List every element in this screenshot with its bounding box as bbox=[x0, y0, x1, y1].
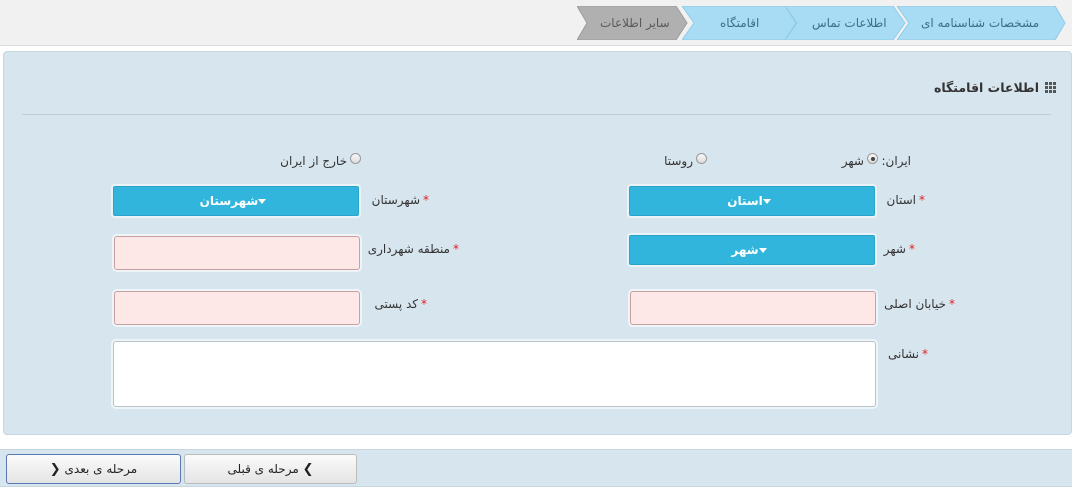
chevron-down-icon bbox=[258, 199, 267, 204]
step-residence[interactable]: اقامتگاه bbox=[682, 6, 797, 40]
radio-abroad[interactable] bbox=[350, 153, 361, 164]
postal-code-input[interactable] bbox=[114, 291, 360, 325]
radio-village[interactable] bbox=[696, 153, 707, 164]
main-street-input[interactable] bbox=[630, 291, 876, 325]
next-step-button[interactable]: مرحله ی بعدی ❮ bbox=[6, 454, 181, 484]
chevron-down-icon bbox=[762, 199, 771, 204]
step-identity-info-label: مشخصات شناسنامه ای bbox=[921, 16, 1040, 30]
radio-city-label: شهر bbox=[841, 154, 864, 168]
municipal-district-label: *منطقه شهرداری bbox=[367, 242, 459, 256]
city-dropdown[interactable]: شهر bbox=[629, 235, 875, 265]
province-label: *استان bbox=[886, 193, 925, 207]
grid-icon bbox=[1045, 82, 1056, 93]
municipal-district-input[interactable] bbox=[114, 236, 360, 270]
step-contact-info-label: اطلاعات تماس bbox=[812, 16, 887, 30]
county-label: *شهرستان bbox=[371, 193, 429, 207]
chevron-down-icon bbox=[758, 248, 767, 253]
radio-abroad-label: خارج از ایران bbox=[280, 154, 347, 168]
main-street-label: *خیابان اصلی bbox=[884, 297, 955, 311]
step-other-info-label: سایر اطلاعات bbox=[600, 16, 670, 30]
city-label: *شهر bbox=[883, 242, 915, 256]
county-dropdown[interactable]: شهرستان bbox=[113, 186, 359, 216]
location-type-label: ایران: bbox=[881, 154, 911, 168]
section-divider bbox=[22, 114, 1051, 115]
address-textarea[interactable] bbox=[113, 341, 876, 407]
wizard-steps: مشخصات شناسنامه ای اطلاعات تماس اقامتگاه… bbox=[0, 0, 1072, 46]
radio-village-label: روستا bbox=[664, 154, 693, 168]
chevron-left-icon: ❮ bbox=[49, 462, 61, 477]
prev-step-button[interactable]: ❯ مرحله ی قبلی bbox=[184, 454, 357, 484]
radio-city[interactable] bbox=[867, 153, 878, 164]
step-other-info[interactable]: سایر اطلاعات bbox=[577, 6, 689, 40]
step-residence-label: اقامتگاه bbox=[720, 16, 760, 30]
wizard-footer: مرحله ی بعدی ❮ ❯ مرحله ی قبلی bbox=[0, 449, 1072, 487]
residence-panel: اطلاعات اقامتگاه ایران: شهر روستا خارج ا… bbox=[3, 51, 1072, 435]
address-label: *نشانی bbox=[887, 347, 928, 361]
step-identity-info[interactable]: مشخصات شناسنامه ای bbox=[897, 6, 1067, 40]
section-title: اطلاعات اقامتگاه bbox=[933, 80, 1039, 95]
step-contact-info[interactable]: اطلاعات تماس bbox=[785, 6, 907, 40]
postal-code-label: *کد پستی bbox=[374, 297, 428, 311]
province-dropdown[interactable]: استان bbox=[629, 186, 875, 216]
chevron-right-icon: ❯ bbox=[302, 462, 314, 477]
